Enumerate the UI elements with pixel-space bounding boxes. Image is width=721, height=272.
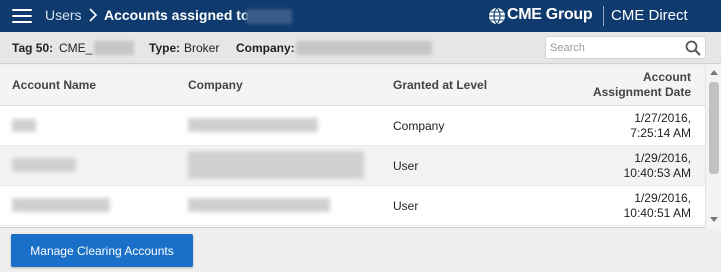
granted-level-cell: User — [393, 159, 419, 173]
date-header-line1: Account — [643, 70, 691, 84]
tag50-value: CME_ — [59, 41, 93, 55]
redacted-company-name — [188, 118, 318, 132]
column-header-granted-level[interactable]: Granted at Level — [393, 78, 487, 92]
assignment-date-cell: 1/29/2016, 10:40:51 AM — [624, 191, 691, 221]
table-header: Account Name Company Granted at Level Ac… — [0, 66, 705, 106]
chevron-right-icon — [89, 8, 98, 22]
menu-icon[interactable] — [12, 8, 32, 24]
footer-bar: Manage Clearing Accounts — [0, 229, 721, 272]
type-label: Type: — [149, 41, 181, 55]
page-title: Accounts assigned to — [104, 7, 250, 23]
redacted-account-name — [12, 158, 76, 172]
date-line1: 1/29/2016, — [634, 191, 691, 205]
brand-divider — [603, 6, 604, 26]
redacted-user-name — [246, 9, 292, 24]
redacted-company-name — [188, 151, 364, 179]
table-row[interactable]: User 1/29/2016, 10:40:53 AM — [0, 146, 705, 186]
scroll-up-icon[interactable] — [710, 70, 718, 75]
assignment-date-cell: 1/29/2016, 10:40:53 AM — [624, 151, 691, 181]
date-line2: 7:25:14 AM — [630, 126, 691, 140]
search-icon[interactable] — [685, 40, 701, 56]
breadcrumb-users[interactable]: Users — [45, 7, 82, 23]
company-label: Company: — [236, 41, 295, 55]
product-name: CME Direct — [611, 7, 688, 24]
assignment-date-cell: 1/27/2016, 7:25:14 AM — [630, 111, 691, 141]
redacted-account-name — [12, 198, 110, 212]
search-input[interactable] — [546, 37, 676, 58]
brand-name: CME Group — [507, 6, 593, 23]
column-header-assignment-date[interactable]: Account Assignment Date — [593, 70, 691, 100]
scroll-down-icon[interactable] — [710, 217, 718, 222]
cme-globe-icon — [489, 7, 505, 25]
column-header-account-name[interactable]: Account Name — [12, 78, 96, 92]
search-box — [545, 36, 706, 59]
table-row[interactable]: User 1/29/2016, 10:40:51 AM — [0, 186, 705, 226]
date-line1: 1/27/2016, — [634, 111, 691, 125]
column-header-company[interactable]: Company — [188, 78, 243, 92]
type-value: Broker — [184, 41, 220, 55]
granted-level-cell: Company — [393, 119, 445, 133]
redacted-account-name — [12, 119, 36, 132]
accounts-table: Account Name Company Granted at Level Ac… — [0, 66, 721, 228]
table-row[interactable]: Company 1/27/2016, 7:25:14 AM — [0, 106, 705, 146]
manage-clearing-accounts-button[interactable]: Manage Clearing Accounts — [11, 234, 193, 267]
scrollbar-thumb[interactable] — [709, 82, 719, 174]
redacted-company — [296, 41, 432, 55]
date-line1: 1/29/2016, — [634, 151, 691, 165]
redacted-tag50 — [94, 41, 134, 55]
redacted-company-name — [188, 198, 330, 212]
tag50-label: Tag 50: — [12, 41, 54, 55]
date-line2: 10:40:53 AM — [623, 166, 691, 180]
granted-level-cell: User — [393, 199, 419, 213]
top-header: Users Accounts assigned to CME Group CME… — [0, 0, 721, 32]
table-scrollbar[interactable] — [705, 66, 721, 228]
date-header-line2: Assignment Date — [592, 85, 691, 99]
date-line2: 10:40:51 AM — [623, 206, 691, 220]
app-window: Users Accounts assigned to CME Group CME… — [0, 0, 721, 272]
